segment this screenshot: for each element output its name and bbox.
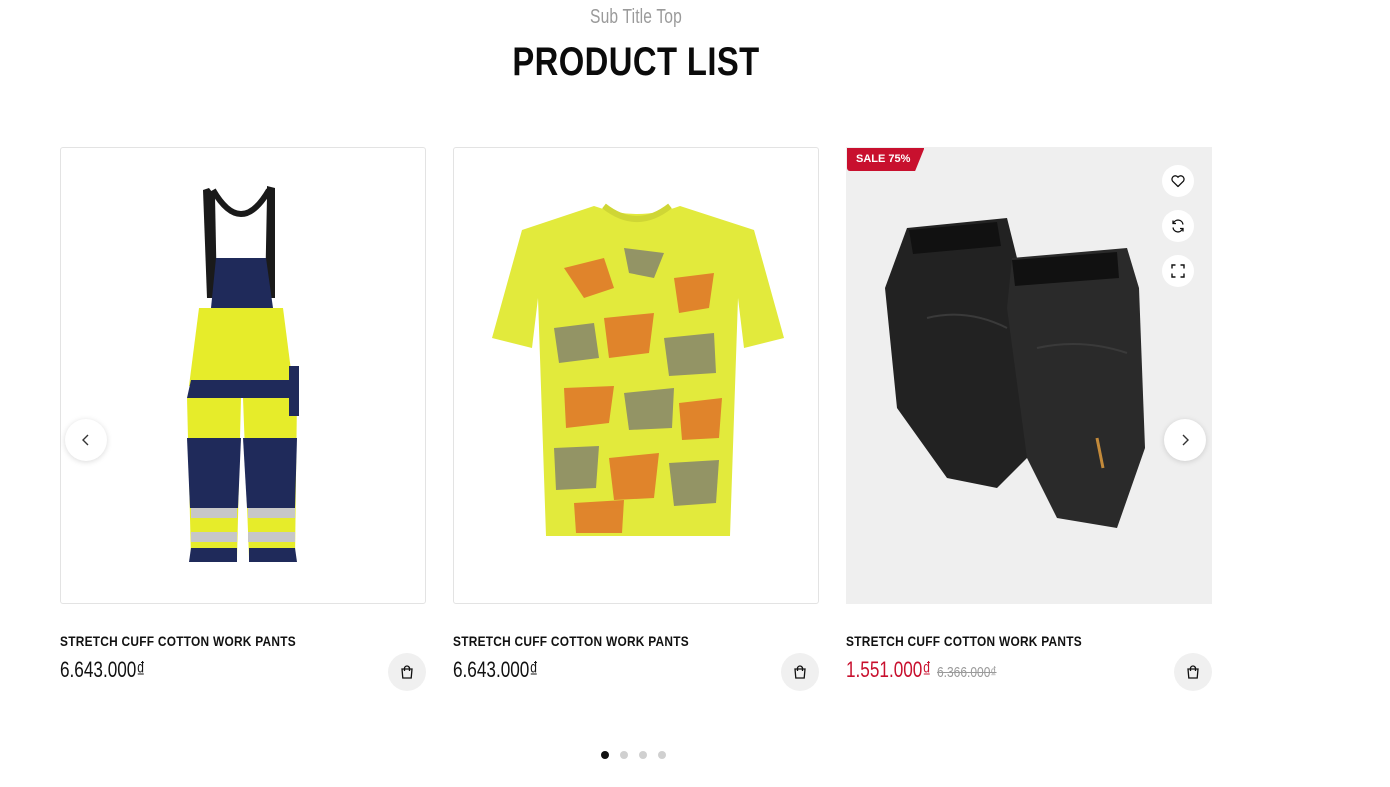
product-image[interactable] bbox=[60, 147, 426, 604]
price-row: 6.643.000₫ bbox=[453, 657, 562, 683]
product-name[interactable]: STRETCH CUFF COTTON WORK PANTS bbox=[846, 633, 1082, 649]
chevron-right-icon bbox=[1182, 434, 1189, 446]
expand-icon bbox=[1171, 264, 1185, 278]
heart-icon bbox=[1171, 175, 1185, 188]
product-name[interactable]: STRETCH CUFF COTTON WORK PANTS bbox=[453, 633, 689, 649]
shopping-bag-icon bbox=[1187, 665, 1199, 679]
product-price: 6.643.000₫ bbox=[453, 657, 539, 682]
price-row: 1.551.000₫ 6.366.000₫ bbox=[846, 657, 1012, 683]
product-actions bbox=[1162, 165, 1194, 287]
sale-badge: SALE 75% bbox=[847, 148, 925, 171]
pagination-dot-3[interactable] bbox=[639, 751, 647, 759]
carousel-next-button[interactable] bbox=[1164, 419, 1206, 461]
carousel-pagination bbox=[601, 751, 666, 759]
product-card[interactable]: SALE 75% STRETCH CUFF COTTON WORK PANTS … bbox=[846, 147, 1212, 691]
add-to-cart-button[interactable] bbox=[781, 653, 819, 691]
product-name[interactable]: STRETCH CUFF COTTON WORK PANTS bbox=[60, 633, 296, 649]
product-price: 6.643.000₫ bbox=[60, 657, 146, 682]
section-title: PRODUCT LIST bbox=[512, 40, 760, 84]
product-card[interactable]: STRETCH CUFF COTTON WORK PANTS 6.643.000… bbox=[60, 147, 426, 691]
pagination-dot-2[interactable] bbox=[620, 751, 628, 759]
pagination-dot-1[interactable] bbox=[601, 751, 609, 759]
chevron-left-icon bbox=[82, 434, 89, 446]
shopping-bag-icon bbox=[794, 665, 806, 679]
price-row: 6.643.000₫ bbox=[60, 657, 169, 683]
hi-vis-bib-overalls-image bbox=[187, 186, 299, 562]
product-image[interactable]: SALE 75% bbox=[846, 147, 1212, 604]
refresh-icon bbox=[1172, 219, 1184, 233]
add-to-cart-button[interactable] bbox=[388, 653, 426, 691]
add-to-cart-button[interactable] bbox=[1174, 653, 1212, 691]
camo-tshirt-image bbox=[492, 203, 784, 536]
product-sale-price: 1.551.000₫ bbox=[846, 657, 932, 682]
quick-view-button[interactable] bbox=[1162, 255, 1194, 287]
knee-pads-image bbox=[885, 218, 1145, 528]
product-card[interactable]: STRETCH CUFF COTTON WORK PANTS 6.643.000… bbox=[453, 147, 819, 691]
pagination-dot-4[interactable] bbox=[658, 751, 666, 759]
product-image[interactable] bbox=[453, 147, 819, 604]
shopping-bag-icon bbox=[401, 665, 413, 679]
wishlist-button[interactable] bbox=[1162, 165, 1194, 197]
section-subtitle: Sub Title Top bbox=[590, 6, 682, 28]
compare-button[interactable] bbox=[1162, 210, 1194, 242]
product-old-price: 6.366.000₫ bbox=[937, 664, 997, 681]
carousel-prev-button[interactable] bbox=[65, 419, 107, 461]
